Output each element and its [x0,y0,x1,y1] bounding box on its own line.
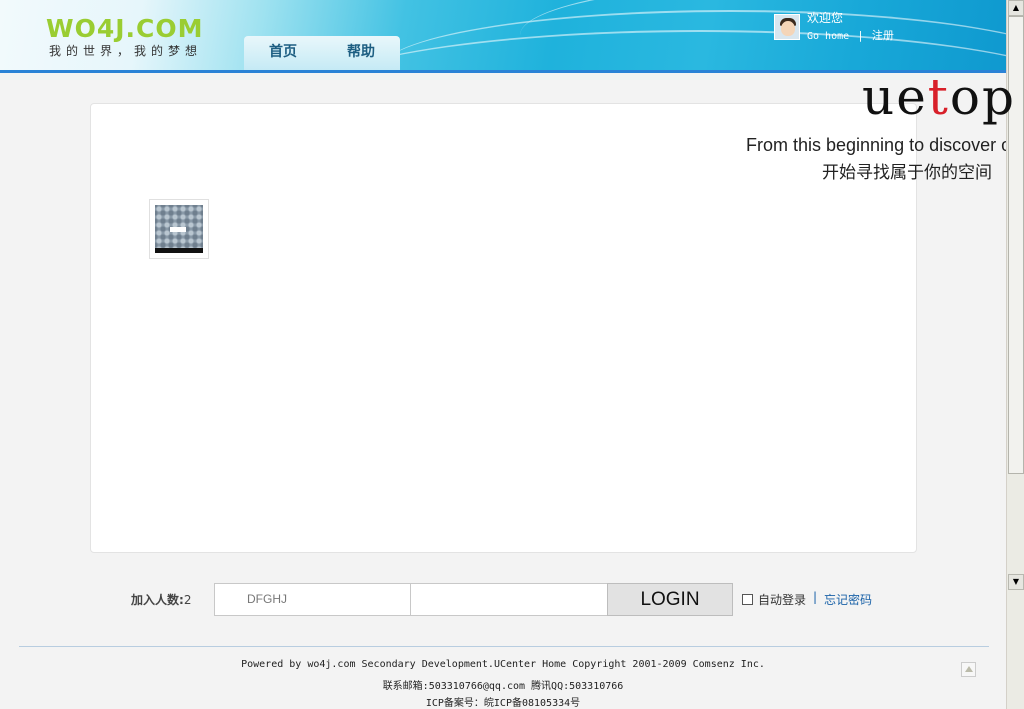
brand-tagline-chinese: 开始寻找属于你的空间 [822,163,992,183]
auto-login-label: 自动登录 [758,593,807,607]
scroll-down-icon[interactable]: ▼ [1008,574,1024,590]
forgot-password-link[interactable]: 忘记密码 [824,591,872,608]
uetop-logo: uetop [862,68,1016,126]
register-link[interactable]: 注册 [872,29,894,42]
password-input[interactable] [410,583,608,616]
auto-login-option[interactable]: 自动登录 [742,591,806,608]
site-header: WO4J.COM 我的世界，我的梦想 首页 帮助 欢迎您 Go home | 注… [0,0,1006,73]
main-nav: 首页 帮助 [244,36,400,70]
wallet-photo-image [155,205,203,253]
user-links: Go home | 注册 [807,27,894,43]
scroll-up-icon[interactable]: ▲ [1008,0,1024,16]
nav-tab-help[interactable]: 帮助 [322,36,400,70]
back-to-top-icon[interactable] [961,662,976,677]
footer-icp: ICP备案号：皖ICP备08105334号 [425,698,581,709]
footer-divider [19,646,989,647]
site-logo[interactable]: WO4J.COM [46,14,204,43]
header-wave-decoration [520,0,1006,70]
user-avatar-icon [774,14,800,40]
member-count-label: 加入人数:2 [131,593,192,607]
go-home-link[interactable]: Go home [807,31,849,42]
nav-tab-home[interactable]: 首页 [244,36,322,70]
login-links-separator: | [813,590,818,604]
content-panel [90,103,917,553]
auto-login-checkbox[interactable] [742,594,753,605]
welcome-text: 欢迎您 [807,11,844,25]
photo-thumbnail[interactable] [149,199,209,259]
site-slogan: 我的世界，我的梦想 [49,44,203,58]
login-button[interactable]: LOGIN [607,583,733,616]
footer-contact: 联系邮箱:503310766@qq.com 腾讯QQ:503310766 [382,681,624,692]
username-input[interactable]: DFGHJ [214,583,411,616]
footer-copyright: Powered by wo4j.com Secondary Developmen… [241,659,765,670]
member-count: 2 [183,593,192,607]
brand-tagline-english: From this beginning to discover of y [746,135,1006,155]
user-links-separator: | [858,29,863,42]
